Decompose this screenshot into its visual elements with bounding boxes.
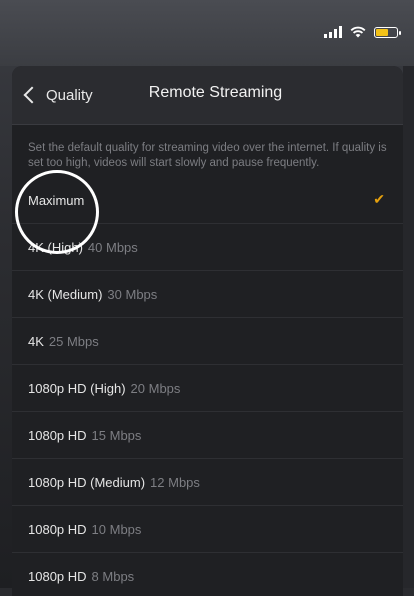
quality-option[interactable]: 4K (Medium) 30 Mbps bbox=[12, 271, 403, 318]
quality-option[interactable]: 4K (High) 40 Mbps bbox=[12, 224, 403, 271]
option-name: Maximum bbox=[28, 192, 85, 208]
option-bitrate: 15 Mbps bbox=[91, 427, 142, 443]
quality-option[interactable]: 1080p HD 8 Mbps bbox=[12, 553, 403, 596]
status-bar bbox=[0, 0, 414, 66]
option-name: 1080p HD bbox=[28, 427, 87, 443]
checkmark-icon: ✔ bbox=[373, 191, 385, 207]
option-bitrate: 10 Mbps bbox=[91, 521, 142, 537]
option-name: 1080p HD (High) bbox=[28, 380, 126, 396]
option-bitrate: 8 Mbps bbox=[91, 568, 135, 584]
quality-option[interactable]: 1080p HD (Medium) 12 Mbps bbox=[12, 459, 403, 506]
quality-option[interactable]: 1080p HD (High) 20 Mbps bbox=[12, 365, 403, 412]
page-title: Remote Streaming bbox=[148, 84, 283, 101]
quality-option[interactable]: Maximum ✔ bbox=[12, 177, 403, 224]
option-bitrate: 25 Mbps bbox=[48, 333, 99, 349]
status-icons bbox=[324, 26, 401, 38]
background-edge bbox=[403, 66, 414, 588]
option-bitrate: 40 Mbps bbox=[87, 239, 138, 255]
quality-option[interactable]: 4K 25 Mbps bbox=[12, 318, 403, 365]
description-text: Set the default quality for streaming vi… bbox=[28, 142, 387, 169]
option-name: 1080p HD bbox=[28, 568, 87, 584]
option-name: 1080p HD (Medium) bbox=[28, 474, 146, 490]
option-name: 4K (High) bbox=[28, 239, 83, 255]
quality-option[interactable]: 1080p HD 15 Mbps bbox=[12, 412, 403, 459]
settings-sheet: Quality Remote Streaming Set the default… bbox=[12, 66, 403, 596]
option-name: 4K (Medium) bbox=[28, 286, 103, 302]
option-name: 1080p HD bbox=[28, 521, 87, 537]
option-bitrate: 30 Mbps bbox=[107, 286, 158, 302]
option-bitrate: 20 Mbps bbox=[130, 380, 181, 396]
signal-icon bbox=[324, 26, 342, 38]
option-name: 4K bbox=[28, 333, 44, 349]
option-bitrate: 12 Mbps bbox=[150, 474, 200, 490]
navigation-bar: Quality Remote Streaming bbox=[12, 66, 403, 125]
battery-fill bbox=[376, 28, 389, 36]
quality-option-list: Maximum ✔ 4K (High) 40 Mbps 4K (Medium) 30 Mb… bbox=[12, 177, 403, 596]
battery-icon bbox=[374, 26, 401, 38]
quality-option[interactable]: 1080p HD 10 Mbps bbox=[12, 506, 403, 553]
wifi-icon bbox=[350, 26, 366, 38]
